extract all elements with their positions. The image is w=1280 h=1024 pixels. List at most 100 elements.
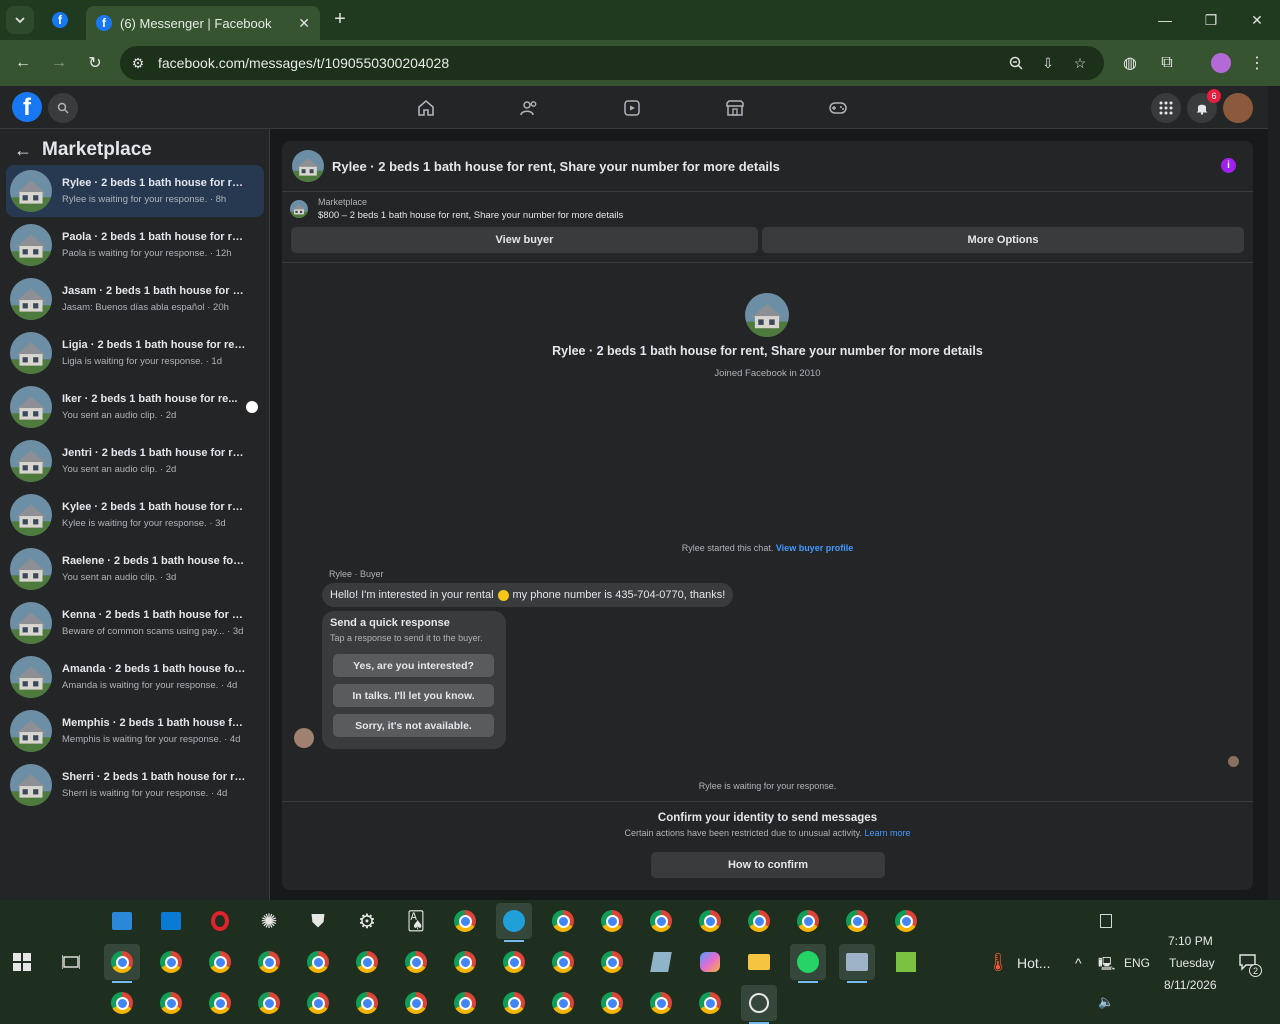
view-buyer-profile-link[interactable]: View buyer profile [776, 543, 853, 553]
more-options-button[interactable]: More Options [762, 227, 1244, 253]
facebook-logo[interactable]: f [12, 92, 42, 122]
start-button[interactable] [4, 944, 40, 980]
language-indicator[interactable]: ENG [1124, 956, 1150, 970]
buyer-profile-avatar[interactable] [745, 293, 789, 337]
conversation-item[interactable]: Kenna · 2 beds 1 bath house for re... Bew… [6, 597, 264, 649]
notification-center-button[interactable]: 2 [1230, 944, 1266, 980]
nav-home[interactable] [414, 96, 438, 120]
message-bubble[interactable]: Hello! I'm interested in your rental my … [322, 583, 734, 607]
chrome-app[interactable] [447, 944, 483, 980]
conversation-item[interactable]: Raelene · 2 beds 1 bath house for r... Yo… [6, 543, 264, 595]
security-icon[interactable]: ⛊ [300, 903, 336, 939]
view-buyer-button[interactable]: View buyer [291, 227, 758, 253]
tab-messenger[interactable]: f (6) Messenger | Facebook ✕ [86, 6, 320, 40]
chrome-app[interactable] [349, 985, 385, 1021]
pinned-tab-facebook[interactable]: f [44, 8, 76, 32]
chrome-app[interactable] [839, 903, 875, 939]
conversation-item[interactable]: Memphis · 2 beds 1 bath house for... Memp… [6, 705, 264, 757]
opera-icon[interactable] [202, 903, 238, 939]
chrome-app[interactable] [545, 903, 581, 939]
tray-device-icon[interactable] [1088, 903, 1124, 939]
chrome-app[interactable] [447, 985, 483, 1021]
chrome-app[interactable] [398, 944, 434, 980]
conversation-item[interactable]: Jentri · 2 beds 1 bath house for ren... Y… [6, 435, 264, 487]
conversation-item[interactable]: Sherri · 2 beds 1 bath house for re... Sh… [6, 759, 264, 811]
chrome-app[interactable] [153, 985, 189, 1021]
quick-response-yes[interactable]: Yes, are you interested? [333, 654, 494, 677]
conversation-item[interactable]: Kylee · 2 beds 1 bath house for ren... Ky… [6, 489, 264, 541]
install-app-icon[interactable]: ⇩ [1038, 53, 1058, 73]
quick-response-in-talks[interactable]: In talks. I'll let you know. [333, 684, 494, 707]
chat-avatar[interactable] [292, 150, 324, 182]
chrome-app[interactable] [300, 985, 336, 1021]
close-window-button[interactable]: ✕ [1234, 0, 1280, 40]
conversation-item[interactable]: Amanda · 2 beds 1 bath house for ... Aman… [6, 651, 264, 703]
chrome-app[interactable] [153, 944, 189, 980]
clock-date[interactable]: 8/11/2026 [1164, 978, 1217, 992]
minimize-button[interactable]: — [1142, 0, 1188, 40]
extensions-icon[interactable]: ⧉ [1153, 49, 1181, 77]
zoom-icon[interactable] [1006, 53, 1026, 73]
conversation-item[interactable]: Iker · 2 beds 1 bath house for re... You … [6, 381, 264, 433]
chevron-up-icon[interactable]: ^ [1075, 955, 1082, 971]
chrome-app[interactable] [496, 985, 532, 1021]
chrome-app[interactable] [790, 903, 826, 939]
chrome-app[interactable] [545, 985, 581, 1021]
chrome-app[interactable] [251, 985, 287, 1021]
tab-close-icon[interactable]: ✕ [298, 15, 310, 32]
network-icon[interactable]: 🖳 [1098, 955, 1115, 977]
chrome-app[interactable] [251, 944, 287, 980]
restore-button[interactable]: ❐ [1188, 0, 1234, 40]
notepad-icon[interactable] [643, 944, 679, 980]
forward-button[interactable]: → [45, 49, 73, 77]
sticky-notes-icon[interactable] [888, 944, 924, 980]
nav-marketplace[interactable] [723, 96, 747, 120]
chrome-app[interactable] [104, 985, 140, 1021]
conversation-item[interactable]: Jasam · 2 beds 1 bath house for re... Jas… [6, 273, 264, 325]
globe-icon[interactable]: ◍ [1116, 49, 1144, 77]
settings-icon[interactable]: ⚙ [349, 903, 385, 939]
chrome-app[interactable] [398, 985, 434, 1021]
photos-icon[interactable] [839, 944, 875, 983]
account-avatar[interactable] [1223, 93, 1253, 123]
chrome-app[interactable] [545, 944, 581, 980]
conversation-item[interactable]: Ligia · 2 beds 1 bath house for rent... L… [6, 327, 264, 379]
chat-title[interactable]: Rylee · 2 beds 1 bath house for rent, Sh… [332, 159, 780, 174]
clock-day[interactable]: Tuesday [1169, 956, 1215, 970]
chrome-app[interactable] [888, 903, 924, 939]
conversation-item[interactable]: Rylee · 2 beds 1 bath house for ren... Ry… [6, 165, 264, 217]
how-to-confirm-button[interactable]: How to confirm [651, 852, 885, 878]
chrome-app[interactable] [496, 944, 532, 980]
chatgpt-icon[interactable]: ✺ [251, 903, 287, 939]
chrome-app[interactable] [643, 985, 679, 1021]
back-arrow-icon[interactable]: ← [14, 140, 32, 161]
chrome-app[interactable] [594, 985, 630, 1021]
learn-more-link[interactable]: Learn more [864, 828, 910, 838]
task-view-button[interactable] [53, 944, 89, 980]
weather-text[interactable]: Hot... [1017, 955, 1050, 971]
bookmark-star-icon[interactable]: ☆ [1070, 53, 1090, 73]
chrome-app[interactable] [594, 903, 630, 939]
address-bar[interactable]: ⚙ facebook.com/messages/t/10905503002040… [120, 46, 1104, 80]
solitaire-icon[interactable]: 🂡 [398, 903, 434, 939]
edge-icon[interactable] [496, 903, 532, 942]
clock-time[interactable]: 7:10 PM [1168, 934, 1213, 948]
reload-button[interactable]: ↻ [81, 49, 109, 77]
chrome-app[interactable] [349, 944, 385, 980]
weather-icon[interactable]: 🌡 [980, 944, 1016, 980]
nav-friends[interactable] [517, 96, 541, 120]
info-icon[interactable]: i [1221, 158, 1236, 173]
nav-watch[interactable] [620, 96, 644, 120]
back-button[interactable]: ← [9, 49, 37, 77]
tab-search-button[interactable] [6, 6, 34, 34]
store-icon[interactable] [104, 903, 140, 939]
chrome-menu-icon[interactable]: ⋮ [1243, 49, 1271, 77]
site-settings-icon[interactable]: ⚙ [128, 53, 148, 73]
chrome-app[interactable] [594, 944, 630, 980]
chrome-app[interactable] [202, 944, 238, 980]
chrome-app[interactable] [447, 903, 483, 939]
chrome-app[interactable] [692, 903, 728, 939]
whatsapp-icon[interactable] [790, 944, 826, 983]
nav-gaming[interactable] [826, 96, 850, 120]
menu-button[interactable] [1151, 93, 1181, 123]
